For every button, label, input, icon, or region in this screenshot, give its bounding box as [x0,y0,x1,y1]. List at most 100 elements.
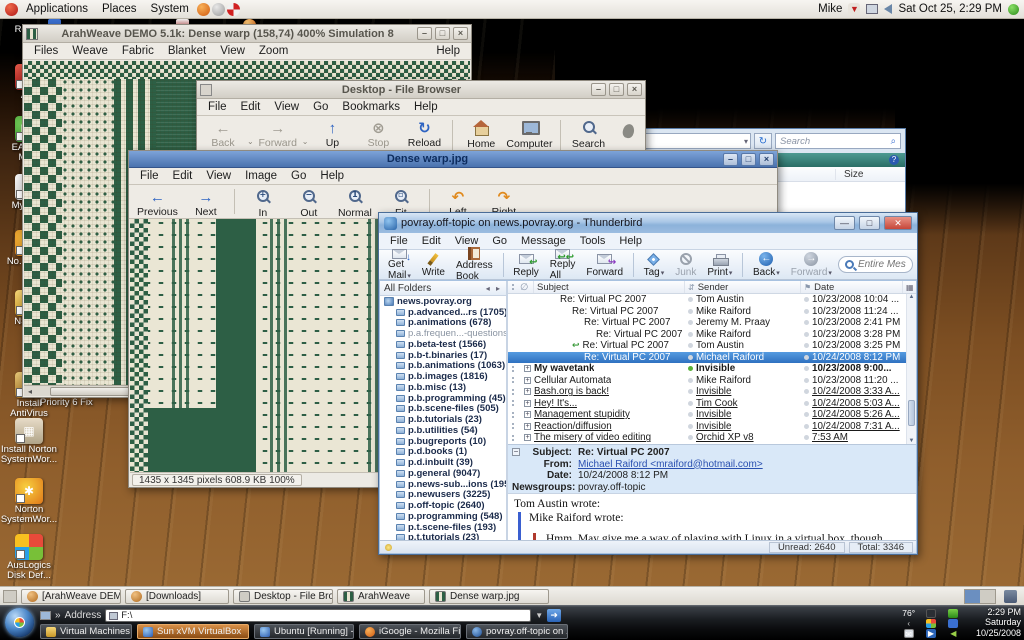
workspace-2[interactable] [980,590,995,603]
explorer-address-combo[interactable]: ▾ [633,133,751,149]
thread-expander-icon[interactable]: + [524,400,531,407]
folder-news-povray-org[interactable]: news.povray.org [380,296,506,307]
folder-p-a-frequen-questions[interactable]: p.a.frequen...-questions [380,328,506,339]
next-button[interactable]: →Next [184,187,228,220]
message-row[interactable]: +The misery of video editingOrchid XP v8… [508,432,906,444]
menu-blanket[interactable]: Blanket [161,44,213,58]
minimize-button[interactable]: — [834,216,855,230]
close-button[interactable]: × [627,83,642,96]
workspace-1[interactable] [965,590,980,603]
menu-view[interactable]: View [448,234,486,248]
taskbar-button-arahweave-demo-in[interactable]: [ArahWeave DEMO in...] [21,589,121,604]
dropdown-icon[interactable]: ▾ [729,270,733,277]
home-button[interactable]: Home [459,118,503,152]
folder-p-b-scene-files[interactable]: p.b.scene-files (505) [380,404,506,415]
dropdown-icon[interactable]: ⌄ [247,137,254,146]
vbox-tray-icon[interactable]: ▶ [926,629,936,638]
get-mail-button[interactable]: ↓Get Mail▾ [383,251,416,279]
dropdown-icon[interactable]: ▾ [407,273,411,280]
explorer-search-input[interactable]: Search ⌕ [775,133,901,149]
folder-p-b-misc[interactable]: p.b.misc (13) [380,382,506,393]
scrollbar-thumb[interactable] [50,387,140,396]
print-button[interactable]: Print▾ [702,251,737,279]
show-desktop-icon[interactable] [3,590,17,603]
forward-button[interactable]: →Forward▾ [786,251,837,279]
menu-edit[interactable]: Edit [166,169,200,183]
thread-expander-icon[interactable]: + [524,423,531,430]
av-tray-icon[interactable] [926,619,936,628]
message-list-scrollbar[interactable]: ▲ ▼ [906,294,916,444]
message-row[interactable]: +Bash.org is back!Invisible10/24/2008 3:… [508,386,906,398]
volume-tray-icon[interactable]: ◀ [948,629,958,638]
arahweave-titlebar[interactable]: ArahWeave DEMO 5.1k: Dense warp (158,74)… [23,25,471,43]
menu-help[interactable]: Help [612,234,649,248]
folder-p-t-scene-files[interactable]: p.t.scene-files (193) [380,522,506,533]
menu-help[interactable]: Help [407,100,445,114]
panel-clock[interactable]: Sat Oct 25, 2:29 PM [898,3,1002,15]
thread-expander-icon[interactable]: + [524,388,531,395]
maximize-button[interactable]: □ [859,216,880,230]
display-tray-icon[interactable] [926,609,936,618]
help-launcher-icon[interactable] [212,3,225,16]
vista-task-povray-off-topic-on[interactable]: povray.off-topic on ... [466,624,568,639]
system-menu[interactable]: System [145,2,195,16]
distro-logo-icon[interactable] [5,3,18,16]
scroll-left-icon[interactable]: ◂ [24,387,36,396]
close-button[interactable]: × [453,27,468,40]
menu-help[interactable]: Help [313,169,351,183]
menu-file[interactable]: File [383,234,415,248]
message-row[interactable]: ↩Re: Virtual PC 2007Tom Austin10/23/2008… [508,340,906,352]
forward-button[interactable]: ↪Forward [581,251,628,279]
subject-column-header[interactable]: Subject [534,281,685,293]
taskbar-button-desktop-file-browser[interactable]: Desktop - File Browser [233,589,333,604]
menu-view[interactable]: View [199,169,238,183]
help-icon[interactable]: ? [889,155,899,165]
minimize-button[interactable]: – [417,27,432,40]
vista-task-virtual-machines[interactable]: Virtual Machines [40,624,132,639]
folder-p-d-books[interactable]: p.d.books (1) [380,447,506,458]
desktop-icon-label[interactable]: Priority 6 Fix [40,397,112,408]
reply-button[interactable]: ↩Reply [508,251,544,279]
menu-view[interactable]: View [267,100,306,114]
firefox-launcher-icon[interactable] [197,3,210,16]
folder-p-programming[interactable]: p.programming (548) [380,511,506,522]
dropdown-icon[interactable]: ⌄ [302,137,309,146]
menu-edit[interactable]: Edit [415,234,448,248]
forward-button[interactable]: →Forward [256,118,300,151]
date-column-header[interactable]: ⚑Date [801,281,903,293]
message-row[interactable]: Re: Virtual PC 2007Tom Austin10/23/2008 … [508,294,906,306]
places-menu[interactable]: Places [96,2,143,16]
in-button[interactable]: +In [241,187,285,221]
scrollbar-thumb[interactable] [908,400,915,426]
dropdown-icon[interactable]: ▾ [661,270,665,277]
image-viewer-titlebar[interactable]: Dense warp.jpg – □ × [129,151,777,168]
maximize-button[interactable]: □ [609,83,624,96]
tag-button[interactable]: Tag▾ [639,251,670,279]
folder-p-animations[interactable]: p.animations (678) [380,318,506,329]
out-button[interactable]: −Out [287,187,331,221]
search-button[interactable]: Search [567,118,611,152]
close-button[interactable]: × [759,153,774,166]
menu-files[interactable]: Files [27,44,65,58]
minimize-button[interactable]: – [591,83,606,96]
thread-expander-icon[interactable]: + [524,377,531,384]
message-body[interactable]: Tom Austin wrote: Mike Raiford wrote: Hm… [508,493,916,540]
mail-tray-icon[interactable]: ✉ [904,629,914,638]
volume-icon[interactable] [884,4,892,14]
folder-p-advanced-rs[interactable]: p.advanced...rs (1705) [380,307,506,318]
folder-p-t-tutorials[interactable]: p.t.tutorials (23) [380,533,506,541]
workspace-switcher[interactable] [964,589,996,604]
message-row[interactable]: +My wavetankInvisible10/23/2008 9:00... [508,363,906,375]
folder-p-b-utilities[interactable]: p.b.utilities (54) [380,425,506,436]
user-name[interactable]: Mike [818,3,842,15]
folder-p-b-tutorials[interactable]: p.b.tutorials (23) [380,414,506,425]
maximize-button[interactable]: □ [741,153,756,166]
menu-tools[interactable]: Tools [573,234,613,248]
refresh-icon[interactable]: ↻ [754,133,772,149]
folder-p-d-inbuilt[interactable]: p.d.inbuilt (39) [380,457,506,468]
network-icon[interactable] [866,4,878,14]
go-button[interactable]: ➜ [547,609,561,622]
dropdown-icon[interactable]: ▾ [828,270,832,277]
folder-p-b-programming[interactable]: p.b.programming (45) [380,393,506,404]
minimize-button[interactable]: – [723,153,738,166]
